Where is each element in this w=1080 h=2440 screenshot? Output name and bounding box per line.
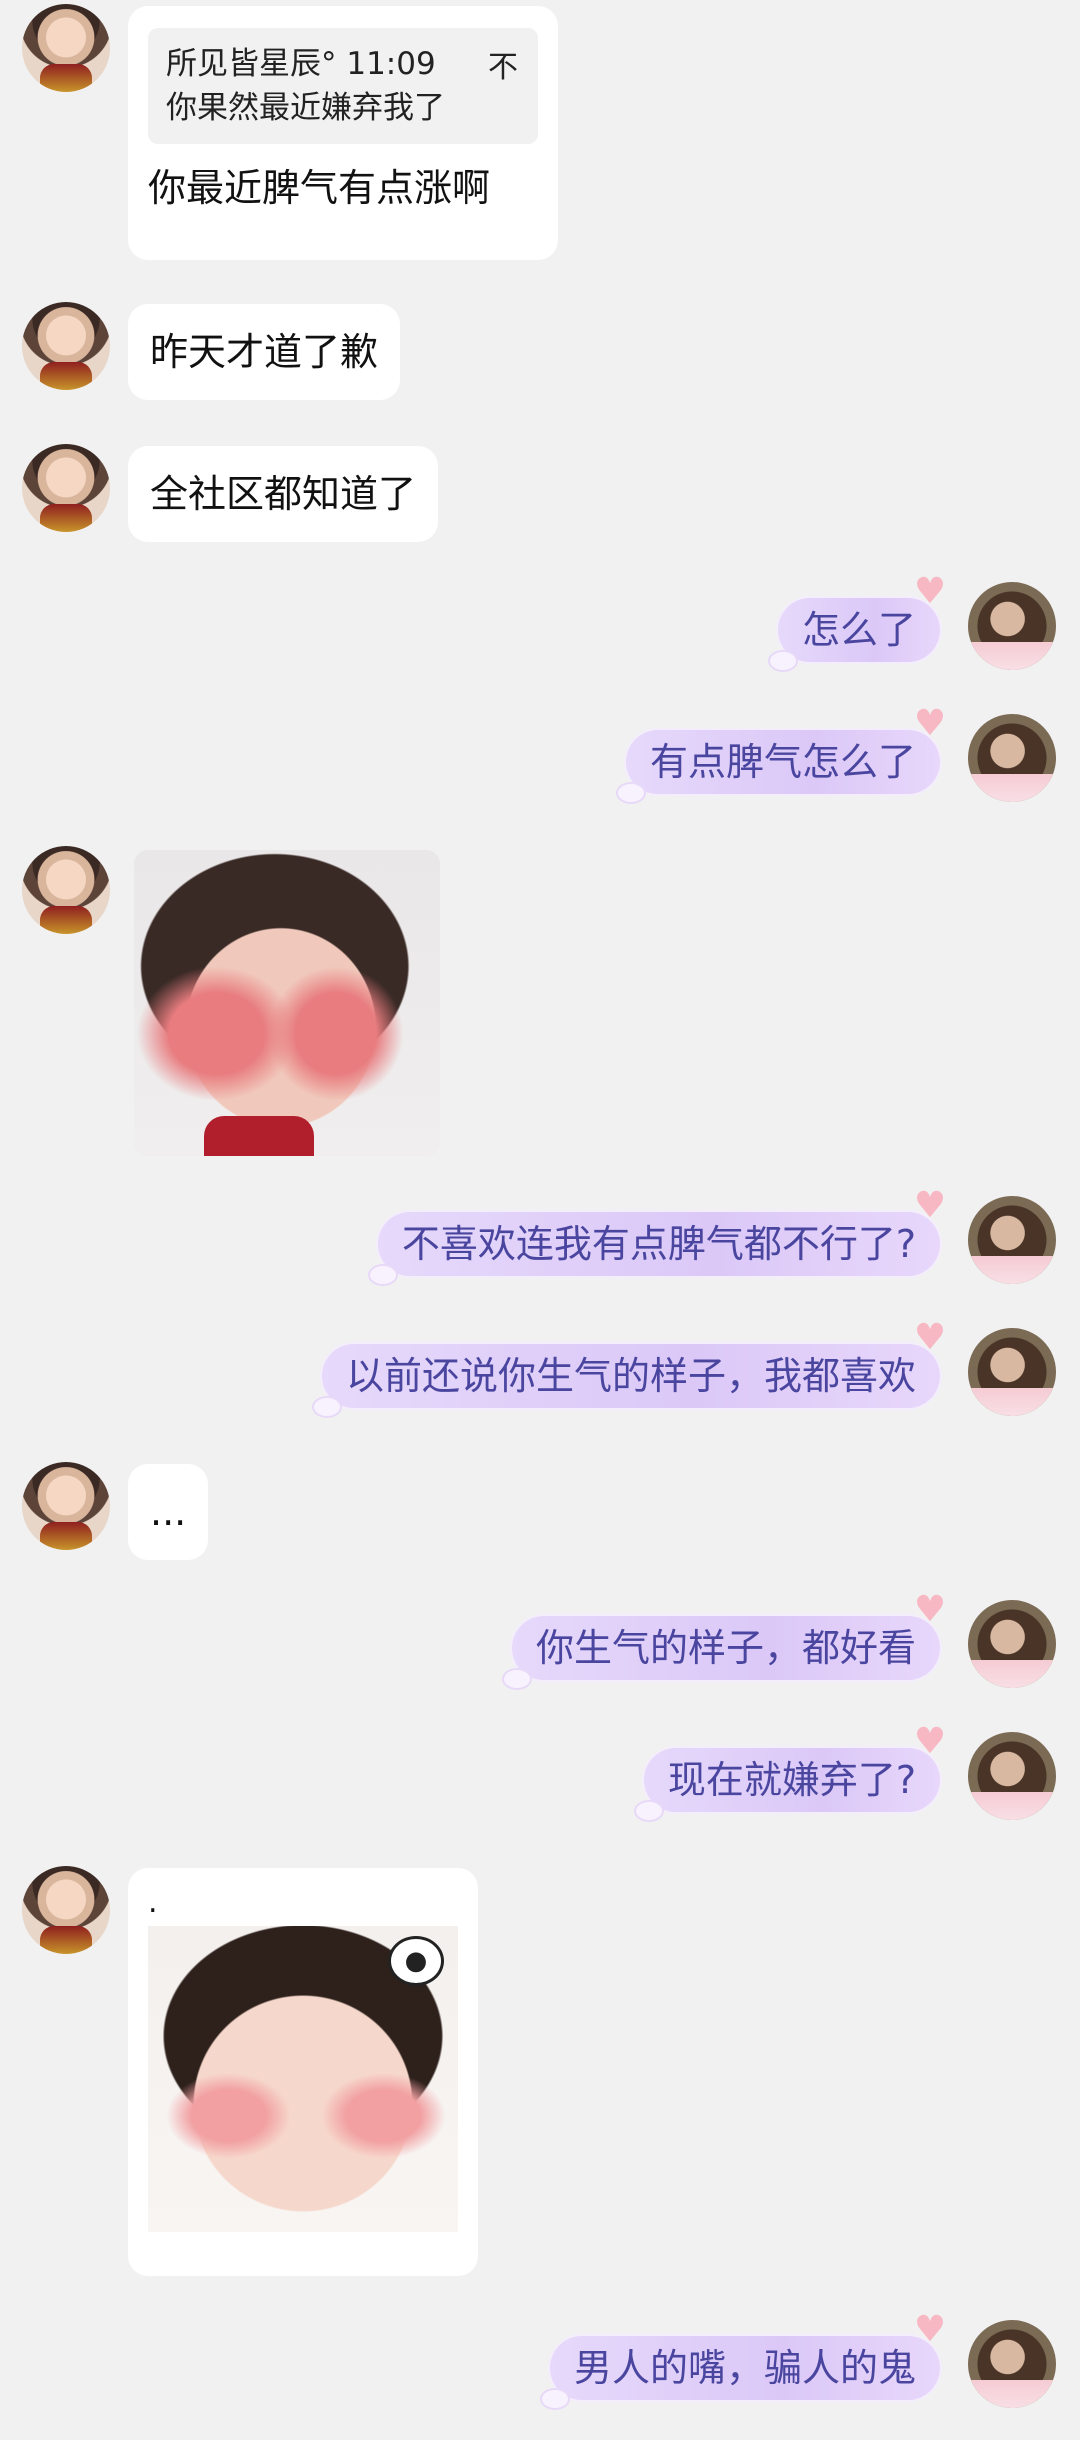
message-caption: . (148, 1885, 158, 1920)
message-bubble[interactable]: 全社区都知道了 (128, 446, 439, 542)
contact-avatar[interactable] (22, 4, 110, 92)
message-bubble[interactable]: 昨天才道了歉 (128, 304, 401, 400)
chat-screen: { "quote": { "header": "所见皆星辰° 11:09", "… (0, 0, 1080, 2440)
message-bubble[interactable]: . ● (128, 1868, 478, 2276)
contact-avatar[interactable] (22, 302, 110, 390)
message-bubble-self[interactable]: 不喜欢连我有点脾气都不行了? (367, 1212, 940, 1286)
quote-more-icon[interactable]: 不 (488, 44, 518, 92)
message-text: 现在就嫌弃了? (667, 1758, 916, 1802)
contact-avatar[interactable] (22, 444, 110, 532)
contact-avatar[interactable] (22, 846, 110, 934)
self-avatar[interactable] (968, 1732, 1056, 1820)
self-avatar[interactable] (968, 1196, 1056, 1284)
self-avatar[interactable] (968, 714, 1056, 802)
quote-header: 所见皆星辰° 11:09 (166, 46, 436, 82)
message-text: 有点脾气怎么了 (649, 740, 916, 784)
message-bubble-self[interactable]: 有点脾气怎么了 (615, 730, 940, 804)
message-text: 不喜欢连我有点脾气都不行了? (401, 1222, 916, 1266)
message-text: 昨天才道了歉 (150, 330, 379, 374)
message-bubble-self[interactable]: 怎么了 (767, 598, 940, 672)
message-text: 以前还说你生气的样子，我都喜欢 (345, 1354, 916, 1398)
message-text: 全社区都知道了 (150, 472, 417, 516)
self-avatar[interactable] (968, 582, 1056, 670)
message-text: ... (150, 1490, 187, 1534)
message-bubble-self[interactable]: 你生气的样子，都好看 (501, 1616, 940, 1690)
girl-sticker-with-thought-image[interactable]: ● (148, 1926, 458, 2232)
message-text: 你最近脾气有点涨啊 (148, 166, 491, 210)
message-text: 怎么了 (801, 608, 916, 652)
message-text: 你生气的样子，都好看 (535, 1626, 916, 1670)
thought-bubble-icon: ● (388, 1936, 444, 1986)
quoted-reply[interactable]: 所见皆星辰° 11:09 你果然最近嫌弃我了 不 (148, 28, 538, 144)
message-bubble[interactable]: ... (128, 1464, 209, 1560)
girl-pouting-sticker-image[interactable] (134, 850, 440, 1156)
contact-avatar[interactable] (22, 1462, 110, 1550)
contact-avatar[interactable] (22, 1866, 110, 1954)
message-bubble-self[interactable]: 现在就嫌弃了? (633, 1748, 940, 1822)
self-avatar[interactable] (968, 1600, 1056, 1688)
message-bubble[interactable]: 所见皆星辰° 11:09 你果然最近嫌弃我了 不 你最近脾气有点涨啊 (128, 6, 558, 260)
self-avatar[interactable] (968, 2320, 1056, 2408)
self-avatar[interactable] (968, 1328, 1056, 1416)
message-text: 男人的嘴，骗人的鬼 (573, 2346, 916, 2390)
message-bubble-self[interactable]: 以前还说你生气的样子，我都喜欢 (311, 1344, 940, 1418)
quote-text: 你果然最近嫌弃我了 (166, 90, 445, 126)
message-bubble-self[interactable]: 男人的嘴，骗人的鬼 (539, 2336, 940, 2410)
